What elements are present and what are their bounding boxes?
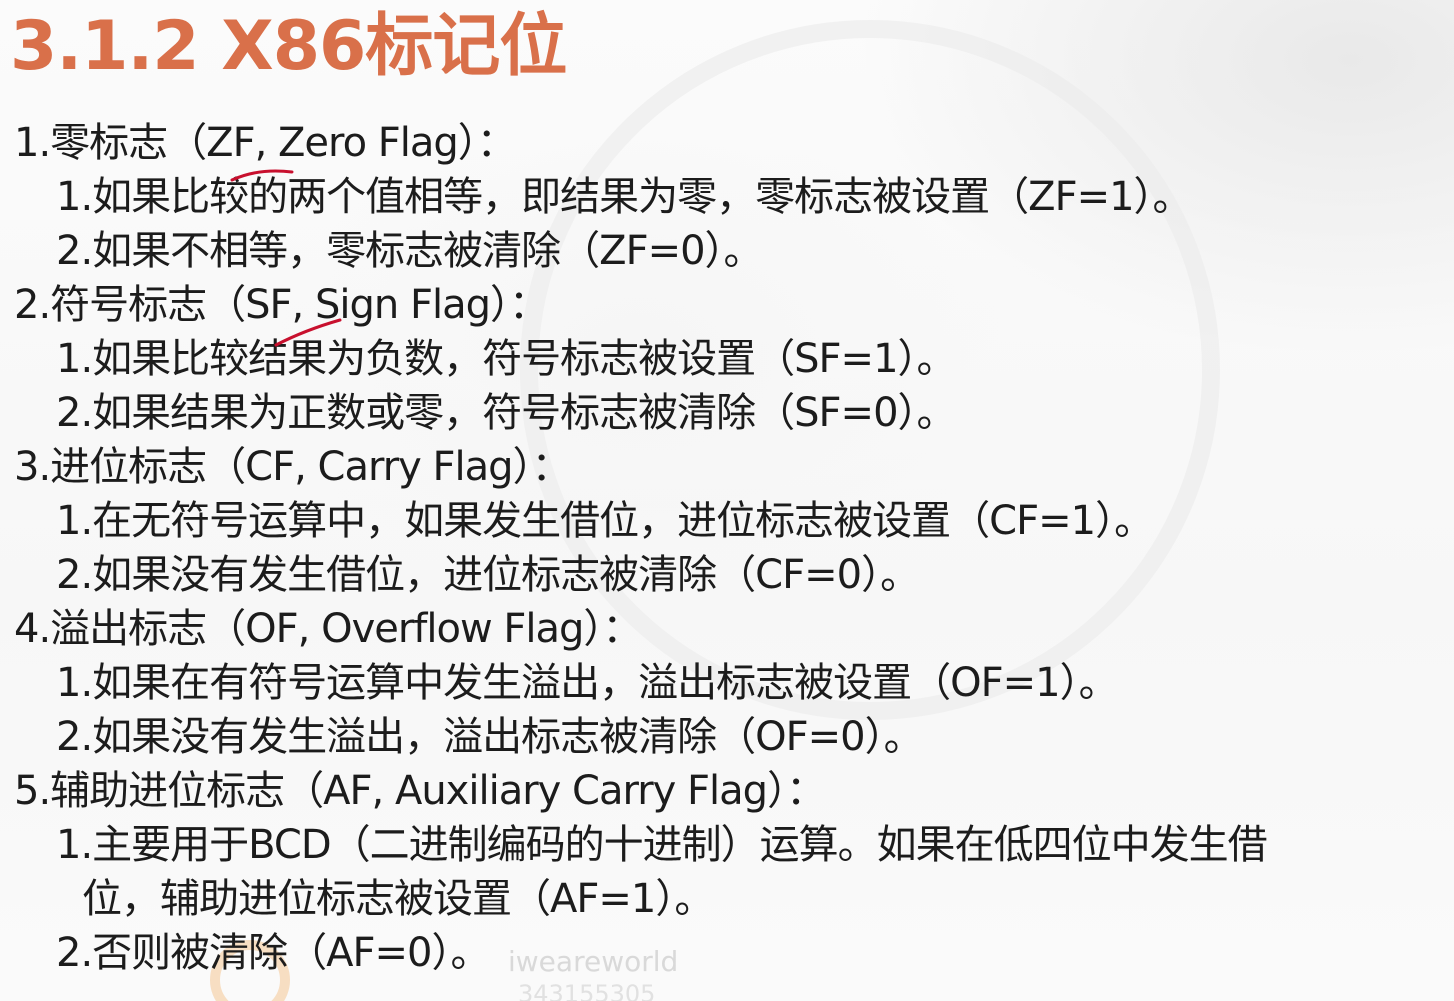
list-item: 2.如果结果为正数或零，符号标志被清除（SF=0）。 xyxy=(56,390,957,436)
list-item: 2.如果不相等，零标志被清除（ZF=0）。 xyxy=(56,228,764,274)
list-item: 1.如果在有符号运算中发生溢出，溢出标志被设置（OF=1）。 xyxy=(56,660,1119,706)
list-item: 1.在无符号运算中，如果发生借位，进位标志被设置（CF=1）。 xyxy=(56,498,1154,544)
flag-list: 1.零标志（ZF, Zero Flag）： 1.如果比较的两个值相等，即结果为零… xyxy=(14,116,1446,980)
section-heading-sf: 2.符号标志（SF, Sign Flag）： xyxy=(14,282,549,328)
list-item: 2.否则被清除（AF=0）。 xyxy=(56,930,491,976)
slide: 3.1.2 X86标记位 1.零标志（ZF, Zero Flag）： 1.如果比… xyxy=(0,0,1454,1001)
list-item: 1.如果比较的两个值相等，即结果为零，零标志被设置（ZF=1）。 xyxy=(56,174,1193,220)
section-heading-zf: 1.零标志（ZF, Zero Flag）： xyxy=(14,120,517,166)
list-item: 2.如果没有发生溢出，溢出标志被清除（OF=0）。 xyxy=(56,714,924,760)
list-item: 1.如果比较结果为负数，符号标志被设置（SF=1）。 xyxy=(56,336,957,382)
list-item: 1.主要用于BCD（二进制编码的十进制）运算。如果在低四位中发生借 xyxy=(56,822,1268,868)
page-title: 3.1.2 X86标记位 xyxy=(10,7,567,86)
watermark-name: iweareworld xyxy=(508,945,679,978)
section-heading-of: 4.溢出标志（OF, Overflow Flag）： xyxy=(14,606,642,652)
list-item: 2.如果没有发生借位，进位标志被清除（CF=0）。 xyxy=(56,552,920,598)
watermark-number: 343155305 xyxy=(518,980,656,1001)
section-heading-af: 5.辅助进位标志（AF, Auxiliary Carry Flag）： xyxy=(14,768,826,814)
watermark: iweareworld 343155305 xyxy=(508,946,678,1001)
list-item-continuation: 位，辅助进位标志被设置（AF=1）。 xyxy=(82,876,714,922)
section-heading-cf: 3.进位标志（CF, Carry Flag）： xyxy=(14,444,572,490)
